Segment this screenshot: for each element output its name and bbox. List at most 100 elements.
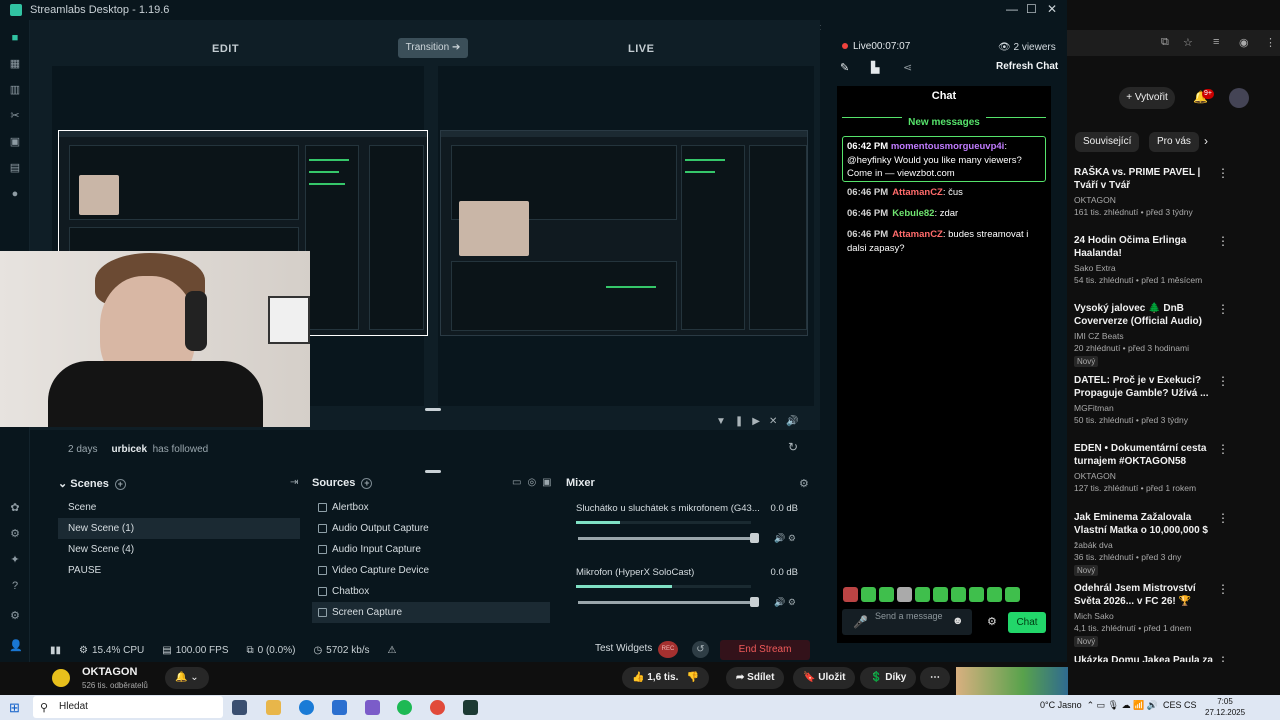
source-item[interactable]: Audio Output Capture	[312, 518, 550, 539]
mute-settings-icons[interactable]: 🔊 ⚙	[774, 597, 796, 608]
maximize-icon[interactable]: ☐	[1026, 2, 1037, 16]
stats-icon[interactable]: ▮▮	[50, 645, 61, 656]
chevron-right-icon[interactable]: ›	[1204, 134, 1208, 148]
tools-nav-icon[interactable]: ✂	[9, 110, 21, 122]
theme-nav-icon[interactable]: ▦	[9, 58, 21, 70]
dashboard-nav-icon[interactable]: ✿	[9, 502, 21, 514]
edge-icon[interactable]	[299, 700, 314, 715]
screen-cast-icon[interactable]: ⧉	[1161, 36, 1169, 49]
volume-slider[interactable]	[578, 601, 756, 604]
more-options-icon[interactable]: ⋮	[1217, 234, 1229, 248]
chrome-icon[interactable]	[430, 700, 445, 715]
input-language[interactable]: CES CS	[1163, 700, 1197, 710]
editor-nav-icon[interactable]: ■	[9, 32, 21, 44]
alert-icon[interactable]: ⚠	[388, 645, 397, 656]
avatar[interactable]	[1229, 88, 1249, 108]
recommended-video[interactable]: 24 Hodin Očima Erlinga Haalanda! Sako Ext…	[1074, 234, 1229, 286]
replay-buffer-button[interactable]: ↺	[692, 641, 709, 658]
chat-send-button[interactable]: Chat	[1008, 612, 1046, 633]
bookmark-icon[interactable]: ☆	[1183, 36, 1193, 49]
more-options-icon[interactable]: ⋮	[1217, 166, 1229, 180]
dashboard-icon[interactable]: ▙	[871, 61, 879, 74]
discord-icon[interactable]	[365, 700, 380, 715]
media-nav-icon[interactable]: ▤	[9, 162, 21, 174]
thanks-button[interactable]: 💲 Díky	[860, 667, 917, 689]
menu-icon[interactable]: ⋮	[1265, 36, 1276, 49]
file-explorer-icon[interactable]	[266, 700, 281, 715]
close-icon[interactable]: ✕	[1047, 2, 1057, 16]
scene-item[interactable]: New Scene (4)	[58, 539, 300, 560]
scene-item[interactable]: Scene	[58, 497, 300, 518]
settings-nav-icon[interactable]: ⚙	[9, 610, 21, 622]
spotify-icon[interactable]	[397, 700, 412, 715]
transition-button[interactable]: Transition ➔	[398, 38, 468, 58]
resize-handle[interactable]	[425, 408, 441, 411]
volume-slider[interactable]	[578, 537, 756, 540]
layout-nav-icon[interactable]: ▥	[9, 84, 21, 96]
mixer-settings-icon[interactable]: ⚙	[799, 477, 809, 490]
scene-item-selected[interactable]: New Scene (1)	[58, 518, 300, 539]
recommended-video[interactable]: Jak Eminema Zažalovala Vlastní Matka o 1…	[1074, 511, 1229, 576]
add-scene-icon[interactable]: +	[114, 478, 126, 490]
more-icon[interactable]: ⋯	[920, 667, 950, 689]
save-button[interactable]: 🔖 Uložit	[793, 667, 856, 689]
source-item[interactable]: Alertbox	[312, 497, 550, 518]
create-button[interactable]: + Vytvořit	[1119, 87, 1175, 109]
edit-stream-icon[interactable]: ✎	[840, 61, 849, 74]
task-view-icon[interactable]	[232, 700, 247, 715]
profile-nav-icon[interactable]: 👤	[9, 640, 23, 652]
recommended-video[interactable]: Vysoký jalovec 🌲 DnB Coververze (Officia…	[1074, 302, 1229, 367]
end-stream-button[interactable]: End Stream	[720, 640, 810, 660]
recommended-video[interactable]: DATEL: Proč je v Exekuci? Propaguje Gamb…	[1074, 374, 1229, 426]
refresh-chat-button[interactable]: Refresh Chat	[996, 61, 1058, 72]
integrations-nav-icon[interactable]: ✦	[9, 554, 21, 566]
source-item[interactable]: Audio Input Capture	[312, 539, 550, 560]
add-source-icon[interactable]: +	[361, 477, 373, 489]
source-item-selected[interactable]: Screen Capture	[312, 602, 550, 623]
more-options-icon[interactable]: ⋮	[1217, 302, 1229, 316]
mute-settings-icons[interactable]: 🔊 ⚙	[774, 533, 796, 544]
source-tools-icons[interactable]: ▭◎▣	[512, 477, 558, 488]
share-button[interactable]: ➦ Sdílet	[726, 667, 785, 689]
emote-bar[interactable]	[843, 587, 1033, 603]
more-options-icon[interactable]: ⋮	[1217, 511, 1229, 525]
playlist-icon[interactable]: ≡	[1213, 36, 1219, 48]
scene-item[interactable]: PAUSE	[58, 560, 300, 581]
scene-transitions-icon[interactable]: ⇥	[290, 477, 298, 488]
share-icon[interactable]: ⋖	[903, 61, 912, 74]
streamlabs-taskbar-icon[interactable]	[463, 700, 478, 715]
store-nav-icon[interactable]: ▣	[9, 136, 21, 148]
more-options-icon[interactable]: ⋮	[1217, 442, 1229, 456]
recommended-video[interactable]: EDEN • Dokumentární cesta turnajem #OKTA…	[1074, 442, 1229, 494]
channel-avatar[interactable]	[52, 669, 70, 687]
volume-knob[interactable]	[750, 597, 759, 607]
minimize-icon[interactable]: —	[1006, 2, 1018, 16]
highlight-nav-icon[interactable]: ●	[9, 188, 21, 200]
test-widgets-button[interactable]: Test Widgets	[595, 643, 652, 654]
help-nav-icon[interactable]: ?	[9, 580, 21, 592]
chip-for-you[interactable]: Pro vás	[1149, 132, 1199, 152]
record-button[interactable]: REC	[658, 641, 678, 658]
source-item[interactable]: Video Capture Device	[312, 560, 550, 581]
source-item[interactable]: Chatbox	[312, 581, 550, 602]
more-options-icon[interactable]: ⋮	[1217, 582, 1229, 596]
extension-icon[interactable]: ◉	[1239, 36, 1249, 49]
volume-knob[interactable]	[750, 533, 759, 543]
subscribe-bell-button[interactable]: 🔔 ⌄	[165, 667, 209, 689]
recommended-video[interactable]: RAŠKA vs. PRIME PAVEL | Tváří v Tvář OKTA…	[1074, 166, 1229, 218]
chat-settings-icon[interactable]: ⚙	[987, 615, 997, 628]
start-icon[interactable]: ⊞	[9, 700, 20, 716]
dock-resize-handle[interactable]	[425, 470, 441, 473]
more-options-icon[interactable]: ⋮	[1217, 374, 1229, 388]
like-button[interactable]: 👍 1,6 tis. 👎	[622, 667, 710, 689]
chip-related[interactable]: Související	[1075, 132, 1140, 152]
recommended-video[interactable]: Odehrál Jsem Mistrovství Světa 2026... v…	[1074, 582, 1229, 647]
taskbar-search[interactable]: Hledat	[33, 696, 223, 718]
emoji-icon[interactable]: ☻	[952, 615, 964, 627]
video-thumbnail[interactable]	[956, 667, 1068, 695]
store-icon[interactable]	[332, 700, 347, 715]
channel-name[interactable]: OKTAGON	[82, 666, 137, 678]
refresh-events-icon[interactable]: ↻	[788, 440, 798, 454]
apps-nav-icon[interactable]: ⚙	[9, 528, 21, 540]
mic-icon[interactable]: 🎤	[853, 615, 868, 629]
